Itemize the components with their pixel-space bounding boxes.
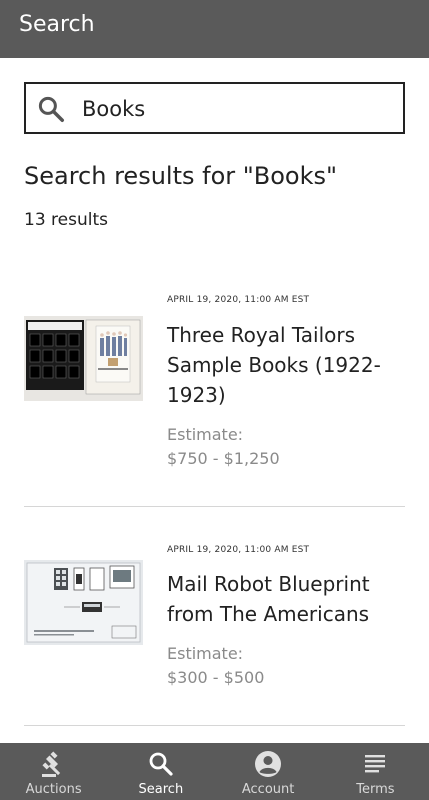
bottom-nav: Auctions Search Account Terms: [0, 743, 429, 800]
search-box[interactable]: [24, 82, 405, 134]
result-thumbnail[interactable]: [24, 560, 143, 645]
page-title: Search: [19, 12, 95, 37]
nav-terms[interactable]: Terms: [322, 743, 429, 800]
divider: [24, 506, 405, 507]
result-thumbnail[interactable]: [24, 316, 143, 401]
nav-search[interactable]: Search: [107, 743, 214, 800]
search-input[interactable]: [82, 92, 392, 126]
result-card[interactable]: APRIL 19, 2020, 11:00 AM EST Three Royal…: [24, 290, 405, 490]
nav-label: Account: [241, 782, 295, 797]
estimate-label: Estimate:: [167, 425, 244, 444]
nav-label: Terms: [356, 782, 395, 797]
search-icon: [149, 752, 173, 776]
nav-account[interactable]: Account: [215, 743, 322, 800]
terms-icon: [365, 755, 386, 773]
auction-date: APRIL 19, 2020, 11:00 AM EST: [167, 545, 310, 555]
account-icon: [255, 751, 282, 777]
nav-label: Auctions: [25, 782, 82, 797]
divider: [24, 725, 405, 726]
result-card[interactable]: APRIL 19, 2020, 11:00 AM EST Mail Robot …: [24, 540, 405, 700]
results-heading: Search results for "Books": [24, 162, 338, 190]
lot-title[interactable]: Mail Robot Blueprint from The Americans: [167, 569, 407, 629]
estimate-range: $750 - $1,250: [167, 449, 280, 468]
nav-auctions[interactable]: Auctions: [0, 743, 107, 800]
nav-label: Search: [138, 782, 184, 797]
gavel-icon: [41, 751, 60, 777]
app-bar: Search: [0, 0, 429, 58]
auction-date: APRIL 19, 2020, 11:00 AM EST: [167, 295, 310, 305]
lot-title[interactable]: Three Royal Tailors Sample Books (1922-1…: [167, 320, 407, 410]
results-count: 13 results: [24, 210, 108, 230]
estimate-label: Estimate:: [167, 644, 244, 663]
estimate-range: $300 - $500: [167, 668, 265, 687]
search-icon: [38, 96, 64, 122]
